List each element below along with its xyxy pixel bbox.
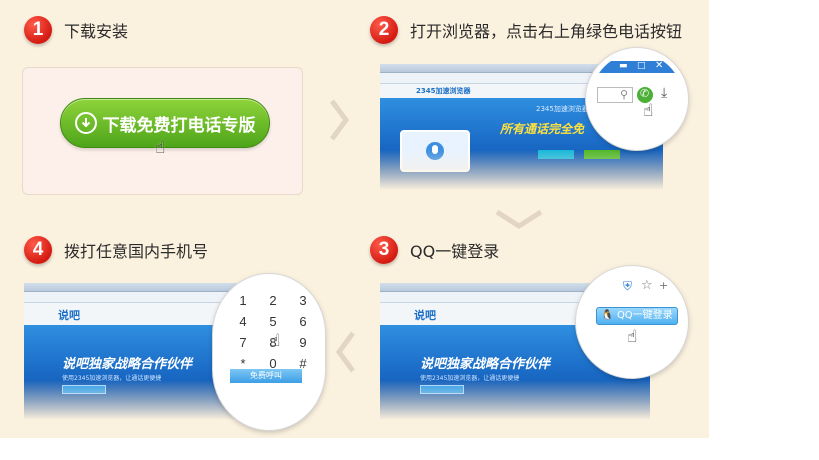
qq-login-label: QQ一键登录 bbox=[616, 310, 673, 321]
key-6[interactable]: 6 bbox=[288, 314, 318, 329]
key-2[interactable]: 2 bbox=[258, 293, 288, 308]
add-icon: + bbox=[659, 279, 669, 292]
step-2-magnifier: ▬ □ ✕ ⚲ ✆ ⤓ ☝ bbox=[586, 48, 688, 150]
site-brand: 2345加速浏览器 bbox=[416, 87, 471, 95]
key-3[interactable]: 3 bbox=[288, 293, 318, 308]
download-icon: ⤓ bbox=[661, 85, 668, 101]
key-7[interactable]: 7 bbox=[228, 335, 258, 350]
site-brand: 说吧 bbox=[58, 309, 80, 322]
step-2-badge: 2 bbox=[370, 16, 398, 44]
download-card: 下载免费打电话专版 ☝ bbox=[22, 67, 303, 195]
download-arrow-icon bbox=[74, 112, 97, 134]
step-4-keypad-magnifier: 1 2 3 4 5 6 7 8 9 * 0 # 免费呼叫 ☝ bbox=[213, 274, 325, 430]
step-3-header: 3 QQ一键登录 bbox=[370, 236, 499, 264]
qq-login-button[interactable]: 🐧 QQ一键登录 bbox=[596, 307, 678, 325]
step-4-header: 4 拨打任意国内手机号 bbox=[24, 236, 208, 264]
step-1-header: 1 下载安装 bbox=[24, 16, 128, 44]
hand-cursor-icon: ☝ bbox=[643, 101, 654, 121]
qq-penguin-icon: 🐧 bbox=[601, 310, 614, 321]
key-4[interactable]: 4 bbox=[228, 314, 258, 329]
step-3-badge: 3 bbox=[370, 236, 398, 264]
step-2-header: 2 打开浏览器，点击右上角绿色电话按钮 bbox=[370, 16, 682, 44]
arrow-right-icon bbox=[329, 99, 350, 141]
free-call-button[interactable]: 免费呼叫 bbox=[230, 369, 302, 383]
arrow-down-icon bbox=[495, 209, 543, 229]
step-1-badge: 1 bbox=[24, 16, 52, 44]
window-controls: ▬ □ ✕ bbox=[591, 60, 683, 73]
hand-cursor-icon: ☝ bbox=[270, 331, 281, 351]
star-icon[interactable]: ☆ bbox=[641, 278, 653, 293]
phone-icon: ✆ bbox=[640, 87, 650, 100]
hero-slogan: 所有通话完全免 bbox=[500, 122, 585, 136]
download-button-label: 下载免费打电话专版 bbox=[102, 115, 256, 136]
hand-cursor-icon: ☝ bbox=[155, 138, 166, 158]
step-1-title: 下载安装 bbox=[64, 22, 129, 41]
hero-headline: 说吧独家战略合作伙伴 bbox=[62, 357, 193, 372]
step-4-badge: 4 bbox=[24, 236, 52, 264]
search-box[interactable]: ⚲ bbox=[597, 87, 633, 103]
arrow-left-icon bbox=[335, 331, 356, 373]
step-3-title: QQ一键登录 bbox=[410, 242, 500, 261]
key-5[interactable]: 5 bbox=[258, 314, 288, 329]
search-icon: ⚲ bbox=[620, 88, 629, 101]
step-3-qq-magnifier: ⛨ ☆ + 🐧 QQ一键登录 ☝ bbox=[576, 266, 688, 378]
key-9[interactable]: 9 bbox=[288, 335, 318, 350]
hand-cursor-icon: ☝ bbox=[627, 327, 638, 347]
hero-headline: 说吧独家战略合作伙伴 bbox=[420, 357, 551, 372]
step-4-title: 拨打任意国内手机号 bbox=[64, 242, 209, 261]
site-brand: 说吧 bbox=[414, 309, 436, 322]
tutorial-canvas: 1 下载安装 2 打开浏览器，点击右上角绿色电话按钮 下载免费打电话专版 ☝ 2… bbox=[0, 0, 709, 438]
shield-icon: ⛨ bbox=[623, 279, 633, 293]
step-2-title: 打开浏览器，点击右上角绿色电话按钮 bbox=[410, 22, 683, 41]
key-1[interactable]: 1 bbox=[228, 293, 258, 308]
